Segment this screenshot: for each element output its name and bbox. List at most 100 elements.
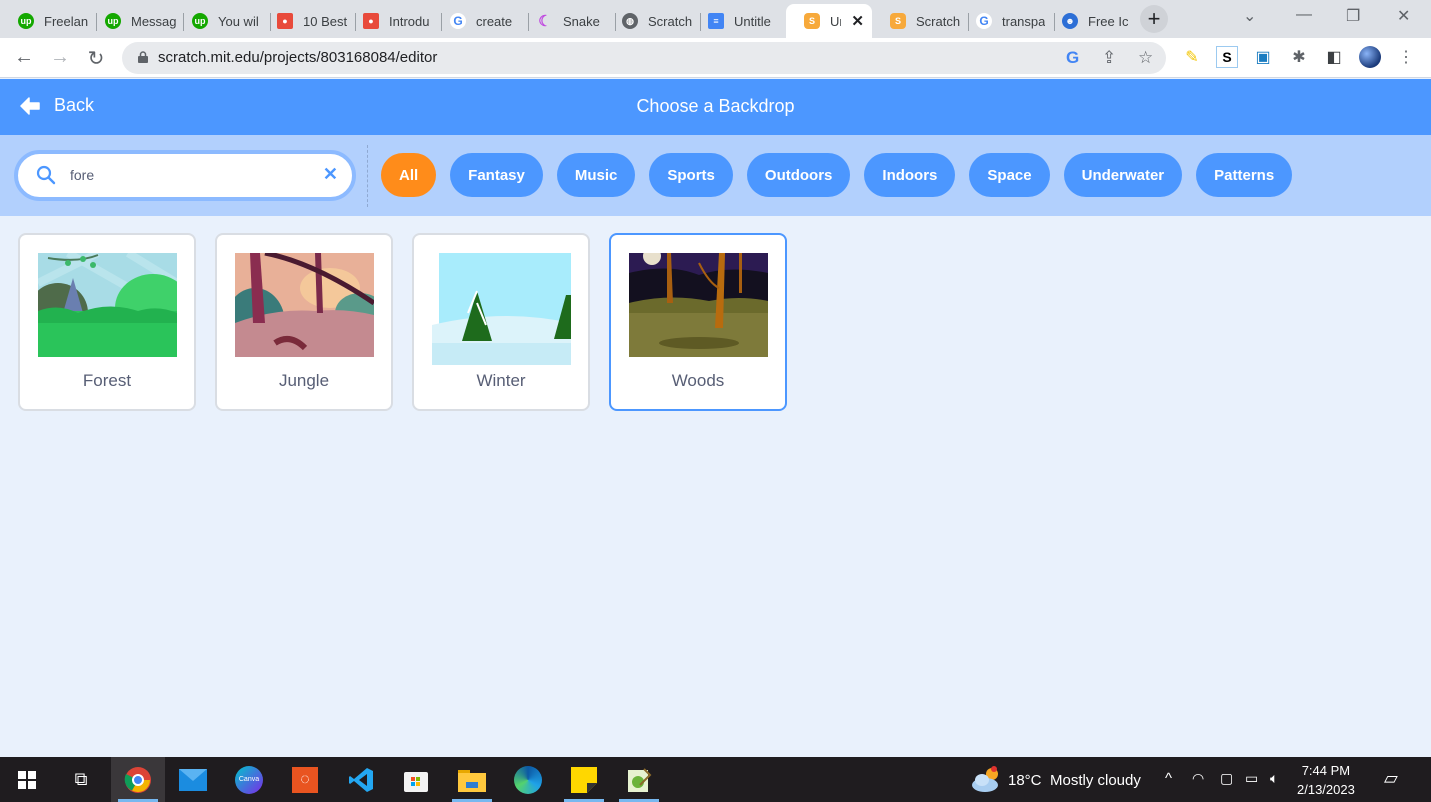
upwork-icon: up (192, 13, 208, 29)
task-view-icon[interactable]: ⧉ (54, 757, 108, 802)
browser-tab[interactable]: ● Introdu (345, 4, 442, 38)
edge-icon (514, 765, 542, 794)
page-title: Choose a Backdrop (636, 96, 795, 116)
google-lens-icon[interactable]: G (1066, 48, 1079, 68)
tab-title: Introdu (389, 13, 430, 29)
extensions-puzzle-icon[interactable]: ✱ (1288, 46, 1310, 68)
browser-tab[interactable]: ≡ Untitle (690, 4, 787, 38)
taskbar-ubuntu[interactable]: ◌ (278, 757, 332, 802)
upwork-icon: up (105, 13, 121, 29)
wifi-icon[interactable]: ◠ (1192, 770, 1204, 787)
taskbar-chrome[interactable] (111, 757, 165, 802)
tab-search-icon[interactable]: ⌄ (1243, 6, 1256, 26)
docs-icon: ≡ (708, 13, 724, 29)
browser-tab-active[interactable]: S Unt ✕ (786, 4, 872, 38)
screenshot-extension-icon[interactable]: ▣ (1252, 46, 1274, 68)
browser-tab[interactable]: G transpa (958, 4, 1055, 38)
weather-temp[interactable]: 18°C (1008, 772, 1042, 789)
browser-tab[interactable]: S Scratch (872, 4, 969, 38)
tag-label: Sports (667, 166, 715, 184)
notifications-icon[interactable]: ▱ (1384, 768, 1398, 789)
tag-sports[interactable]: Sports (649, 153, 733, 197)
browser-tab[interactable]: ☻ Free Ic (1044, 4, 1136, 38)
tag-all[interactable]: All (381, 153, 437, 197)
browser-tab[interactable]: up You wil (174, 4, 271, 38)
google-icon: G (450, 13, 466, 29)
taskbar-vscode[interactable] (334, 757, 388, 802)
mail-icon (179, 768, 207, 791)
tag-space[interactable]: Space (969, 153, 1050, 197)
taskbar-canva[interactable]: Canva (222, 757, 276, 802)
browser-tab[interactable]: G create (432, 4, 529, 38)
tag-music[interactable]: Music (556, 153, 636, 197)
tag-label: Underwater (1081, 166, 1165, 184)
tab-title: 10 Best (303, 13, 348, 29)
taskbar-mail[interactable] (166, 757, 220, 802)
start-button[interactable] (0, 757, 54, 802)
share-icon[interactable]: ⇪ (1102, 48, 1116, 68)
camera-icon[interactable]: ▢ (1220, 770, 1233, 787)
profile-avatar[interactable] (1359, 46, 1381, 68)
backdrop-card-woods[interactable]: Woods (609, 233, 787, 411)
tag-outdoors[interactable]: Outdoors (746, 153, 851, 197)
browser-tab[interactable]: ◍ Scratch (604, 4, 701, 38)
more-menu-icon[interactable]: ⋮ (1395, 46, 1417, 68)
folder-icon (458, 769, 486, 792)
tag-underwater[interactable]: Underwater (1063, 153, 1183, 197)
notepad-plus-icon (628, 767, 652, 792)
backdrop-card-forest[interactable]: Forest (18, 233, 196, 411)
penguin-icon: ● (277, 13, 293, 29)
taskbar-notepad-plus[interactable] (612, 757, 666, 802)
search-icon (36, 165, 56, 185)
bookmark-star-icon[interactable]: ☆ (1138, 48, 1153, 68)
tab-title: Unt (830, 13, 841, 29)
forward-nav-icon[interactable]: → (48, 46, 72, 69)
show-hidden-icons-icon[interactable]: ^ (1165, 770, 1172, 787)
url-text: scratch.mit.edu/projects/803168084/edito… (158, 49, 438, 66)
backdrop-name: Winter (476, 371, 526, 390)
backdrop-grid: Forest Jungle Winter Woods (18, 233, 787, 411)
search-input[interactable] (70, 164, 310, 186)
system-clock[interactable]: 7:44 PM 2/13/2023 (1297, 761, 1355, 799)
weather-desc[interactable]: Mostly cloudy (1050, 772, 1141, 789)
backdrop-card-jungle[interactable]: Jungle (215, 233, 393, 411)
restore-icon[interactable]: ❐ (1346, 6, 1360, 26)
tag-indoors[interactable]: Indoors (864, 153, 956, 197)
tag-label: Space (987, 166, 1032, 184)
sticky-notes-icon (571, 766, 597, 793)
tag-patterns[interactable]: Patterns (1196, 153, 1293, 197)
highlighter-extension-icon[interactable]: ✎ (1181, 46, 1203, 68)
back-nav-icon[interactable]: ← (12, 46, 36, 69)
side-panel-icon[interactable]: ◧ (1323, 46, 1345, 68)
clear-search-icon[interactable]: ✕ (323, 164, 338, 185)
tab-title: transpa (1002, 13, 1046, 29)
browser-tab[interactable]: up Messag (87, 4, 184, 38)
clock-time: 7:44 PM (1301, 763, 1351, 778)
reload-icon[interactable]: ↻ (84, 46, 108, 71)
backdrop-name: Forest (82, 371, 132, 390)
tag-label: Music (574, 166, 618, 184)
tag-fantasy[interactable]: Fantasy (450, 153, 543, 197)
new-tab-button[interactable]: + (1140, 5, 1168, 33)
taskbar-file-explorer[interactable] (445, 757, 499, 802)
winter-thumbnail (432, 253, 571, 365)
browser-tab[interactable]: ● 10 Best (259, 4, 356, 38)
backdrop-card-winter[interactable]: Winter (412, 233, 590, 411)
volume-icon[interactable]: 🔈︎ (1270, 770, 1278, 787)
taskbar-store[interactable] (389, 757, 443, 802)
close-window-icon[interactable]: ✕ (1397, 6, 1410, 26)
battery-icon[interactable]: ▭ (1245, 770, 1258, 787)
close-tab-icon[interactable]: ✕ (851, 12, 864, 30)
tab-title: Untitle (734, 13, 771, 29)
address-bar[interactable]: scratch.mit.edu/projects/803168084/edito… (122, 42, 1166, 74)
google-icon: G (976, 13, 992, 29)
globe-icon: ◍ (622, 13, 638, 29)
browser-tab[interactable]: up Freelan (0, 4, 97, 38)
taskbar-edge[interactable] (501, 757, 555, 802)
minimize-icon[interactable]: — (1296, 6, 1312, 24)
s-extension-icon[interactable]: S (1216, 46, 1238, 68)
browser-tab[interactable]: ☾ Snake (519, 4, 616, 38)
taskbar-sticky-notes[interactable] (557, 757, 611, 802)
windows-logo-icon (18, 770, 36, 789)
browser-tab-strip: up Freelan up Messag up You wil ● 10 Bes… (0, 0, 1431, 38)
